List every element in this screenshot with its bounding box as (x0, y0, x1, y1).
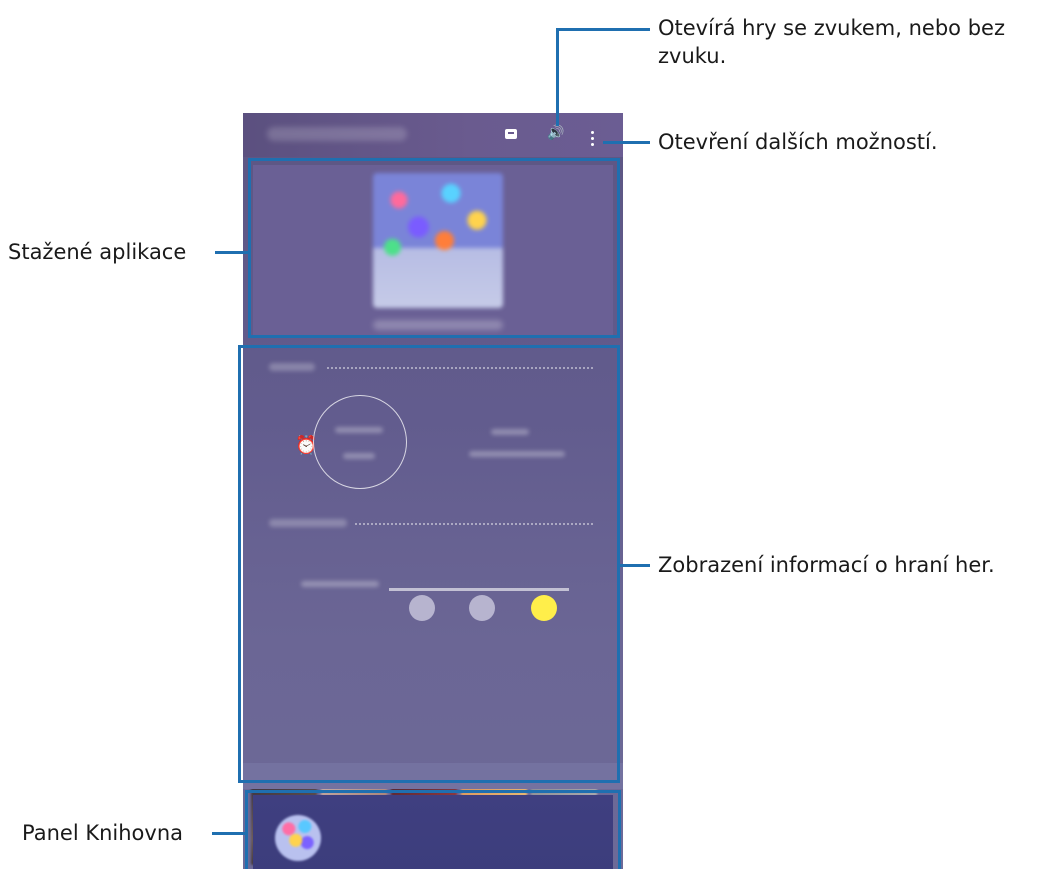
more-options-callout: Otevření dalších možností. (658, 130, 938, 154)
downloaded-apps-callout: Stažené aplikace (8, 240, 187, 264)
game-info-frame (238, 345, 620, 783)
volume-icon[interactable]: 🔊 (547, 125, 564, 141)
callout-line-apps (215, 251, 249, 254)
sound-toggle-callout: Otevírá hry se zvukem, nebo bez zvuku. (658, 16, 1005, 68)
callout-line-info (620, 564, 650, 567)
downloaded-apps-frame (248, 158, 620, 338)
game-info-callout: Zobrazení informací o hraní her. (658, 553, 995, 577)
chat-icon[interactable] (505, 129, 517, 139)
callout-line-library (212, 832, 246, 835)
callout-line-sound-v (556, 28, 559, 126)
callout-line-sound-h (556, 28, 650, 31)
top-app-bar: 🔊 (243, 113, 623, 157)
callout-line-more (603, 141, 650, 144)
app-bar-title (267, 127, 407, 141)
library-frame (245, 790, 621, 869)
more-vertical-icon[interactable] (591, 131, 594, 149)
library-panel-callout: Panel Knihovna (22, 821, 184, 845)
